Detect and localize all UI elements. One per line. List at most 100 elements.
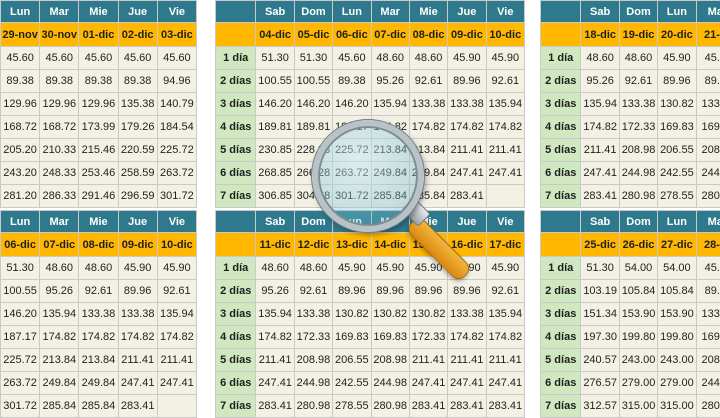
rate-row: 6 días247.41244.98242.55244.9: [541, 162, 720, 185]
rate-cell: 247.41: [256, 372, 294, 395]
weekday-header: Dom: [619, 1, 657, 23]
weekday-header: Jue: [118, 1, 157, 23]
rate-row: 225.72213.84213.84211.41211.41: [1, 349, 197, 372]
rate-cell: 247.41: [409, 372, 447, 395]
corner-cell: [216, 1, 256, 23]
rate-cell: 220.59: [118, 139, 157, 162]
date-header-row: 06-dic 07-dic 08-dic 09-dic 10-dic: [1, 233, 197, 257]
date-header: 05-dic: [294, 23, 332, 47]
rate-cell: 263.72: [1, 372, 40, 395]
weekday-header: Dom: [294, 1, 332, 23]
rate-cell: 45.90: [486, 47, 524, 70]
weekday-header: Sab: [581, 211, 619, 233]
rate-cell: [157, 395, 196, 418]
rate-cell: 133.38: [118, 303, 157, 326]
weekday-header: Vie: [486, 1, 524, 23]
corner-cell: [541, 1, 581, 23]
stay-length-label: 6 días: [216, 372, 256, 395]
rate-cell: 89.96: [118, 280, 157, 303]
rate-row: 7 días283.41280.98278.55280.9: [541, 185, 720, 208]
rate-cell: 130.82: [409, 303, 447, 326]
stay-length-label: 3 días: [216, 93, 256, 116]
rate-cell: 135.94: [157, 303, 196, 326]
rate-cell: 51.30: [581, 257, 619, 280]
rate-cell: 283.41: [486, 395, 524, 418]
rate-cell: 315.00: [658, 395, 696, 418]
rate-row: 263.72249.84249.84247.41247.41: [1, 372, 197, 395]
rate-cell: 45.90: [333, 257, 371, 280]
rate-cell: 279.00: [619, 372, 657, 395]
weekday-header: Mie: [409, 1, 447, 23]
rate-cell: 48.60: [294, 257, 332, 280]
stay-length-label: 2 días: [216, 70, 256, 93]
rate-cell: 248.33: [40, 162, 79, 185]
rate-cell: 243.00: [658, 349, 696, 372]
rate-cell: 208.98: [371, 349, 409, 372]
rate-row: 5 días240.57243.00243.00208.9: [541, 349, 720, 372]
date-header: 25-dic: [581, 233, 619, 257]
rate-cell: 89.38: [333, 70, 371, 93]
stay-length-label: 5 días: [216, 349, 256, 372]
weekday-header-row: Lun Mar Mie Jue Vie: [1, 1, 197, 23]
magnifying-glass-icon: [312, 120, 424, 232]
rate-cell: 135.94: [40, 303, 79, 326]
rate-cell: 135.94: [581, 93, 619, 116]
weekday-header-row: Sab Dom Lun Ma: [541, 211, 720, 233]
rate-cell: 45.90: [486, 257, 524, 280]
rate-row: 168.72168.72173.99179.26184.54: [1, 116, 197, 139]
date-header: 10-dic: [486, 23, 524, 47]
rate-cell: 89.9: [696, 280, 720, 303]
rate-cell: 283.41: [118, 395, 157, 418]
stay-length-label: 2 días: [216, 280, 256, 303]
rate-cell: 189.81: [294, 116, 332, 139]
rate-cell: 291.46: [79, 185, 118, 208]
corner-cell: [216, 233, 256, 257]
rate-cell: 189.81: [256, 116, 294, 139]
rate-row: 4 días197.30199.80199.80169.8: [541, 326, 720, 349]
rate-cell: 135.94: [486, 93, 524, 116]
rate-cell: 92.61: [486, 280, 524, 303]
date-header: 06-dic: [333, 23, 371, 47]
rate-cell: 296.59: [118, 185, 157, 208]
rate-row: 5 días211.41208.98206.55208.9: [541, 139, 720, 162]
rate-cell: 244.9: [696, 162, 720, 185]
rate-cell: 174.82: [486, 116, 524, 139]
date-header: 10-dic: [157, 233, 196, 257]
rate-cell: 45.90: [371, 257, 409, 280]
rate-row: 2 días103.19105.84105.8489.9: [541, 280, 720, 303]
rate-cell: 169.83: [371, 326, 409, 349]
date-header: 09-dic: [118, 233, 157, 257]
rate-cell: 285.84: [40, 395, 79, 418]
rate-cell: 211.41: [581, 139, 619, 162]
rate-cell: 315.00: [619, 395, 657, 418]
rate-cell: 92.61: [79, 280, 118, 303]
rate-cell: 135.94: [371, 93, 409, 116]
rate-cell: 48.60: [581, 47, 619, 70]
weekday-header: Sab: [256, 211, 294, 233]
rate-row: 3 días146.20146.20146.20135.94133.38133.…: [216, 93, 525, 116]
rate-row: 3 días135.94133.38130.82130.82130.82133.…: [216, 303, 525, 326]
weekday-header-row: Lun Mar Mie Jue Vie: [1, 211, 197, 233]
rate-cell: 208.98: [619, 139, 657, 162]
rate-cell: 151.34: [581, 303, 619, 326]
rate-cell: 133.38: [79, 303, 118, 326]
rate-cell: 285.84: [79, 395, 118, 418]
rate-row: 187.17174.82174.82174.82174.82: [1, 326, 197, 349]
weekday-header: Jue: [448, 1, 486, 23]
rate-row: 2 días95.2692.6189.9689.9: [541, 70, 720, 93]
rate-cell: 247.41: [448, 372, 486, 395]
date-header: 09-dic: [448, 23, 486, 47]
rate-cell: 199.80: [619, 326, 657, 349]
rate-cell: 169.83: [333, 326, 371, 349]
rate-row: 89.3889.3889.3889.3894.96: [1, 70, 197, 93]
rate-cell: 89.96: [448, 70, 486, 93]
rate-cell: 140.79: [157, 93, 196, 116]
date-header: 17-dic: [486, 233, 524, 257]
rate-cell: 174.82: [40, 326, 79, 349]
date-header: 20-dic: [658, 23, 696, 47]
rate-cell: 174.82: [448, 116, 486, 139]
weekday-header: Jue: [448, 211, 486, 233]
rate-cell: 153.90: [658, 303, 696, 326]
rate-table-top-left: Lun Mar Mie Jue Vie 29-nov 30-nov 01-dic…: [0, 0, 197, 208]
rate-row: 1 día48.6048.6045.9045.9: [541, 47, 720, 70]
